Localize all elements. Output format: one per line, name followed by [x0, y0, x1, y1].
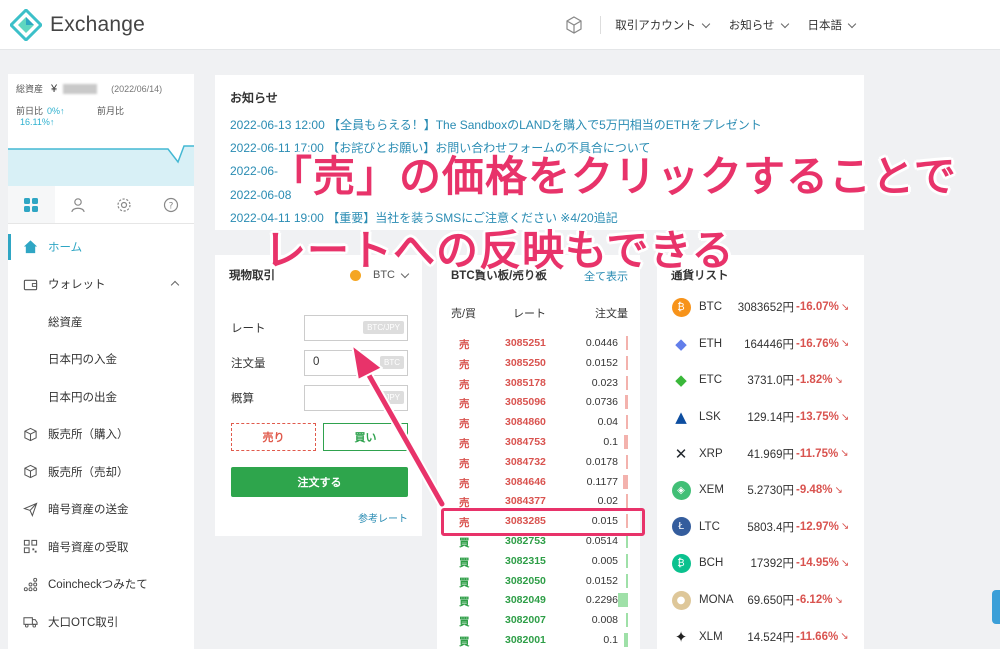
annotation-caption-line1: 「売」の価格をクリックすることで — [270, 153, 957, 200]
highlighted-row-frame — [441, 508, 645, 536]
side-feedback-tab[interactable] — [992, 590, 1000, 624]
annotation-arrow — [351, 344, 447, 509]
annotation-caption-line2: レートへの反映もできる — [264, 227, 735, 274]
